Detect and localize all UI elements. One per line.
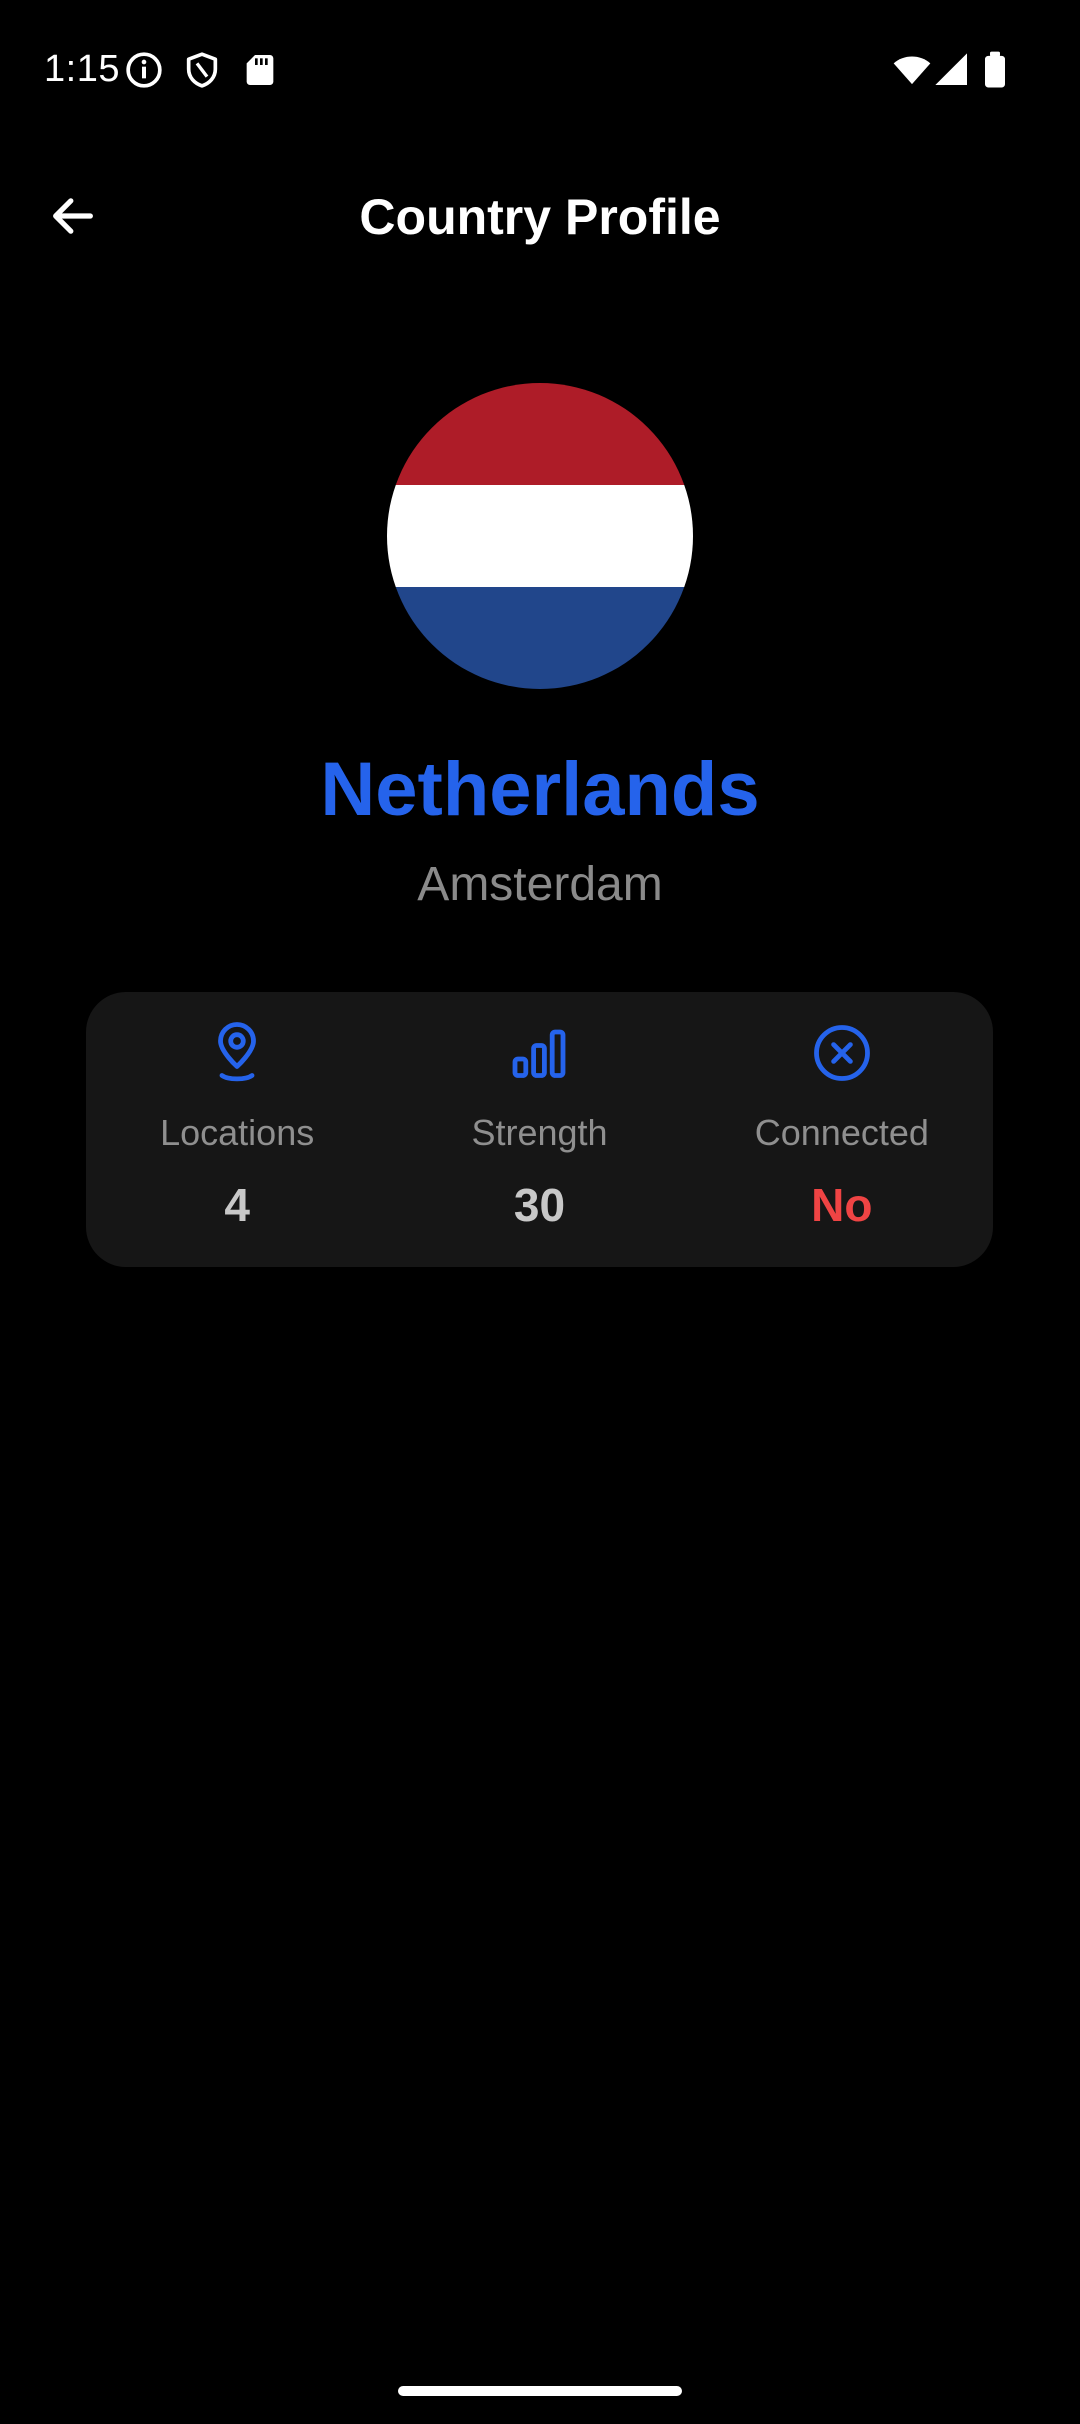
flag-stripe-middle — [387, 485, 693, 587]
info-icon — [124, 50, 164, 90]
stat-locations: Locations 4 — [86, 992, 388, 1267]
flag-stripe-top — [387, 383, 693, 485]
stats-card: Locations 4 Strength 30 Connected No — [86, 992, 993, 1267]
battery-icon — [978, 50, 1012, 90]
capital-name: Amsterdam — [417, 858, 663, 911]
country-name: Netherlands — [320, 747, 760, 832]
flag-stripe-bottom — [387, 587, 693, 689]
status-bar: 1:15 — [0, 0, 1080, 140]
stat-value-connected: No — [811, 1179, 873, 1231]
country-flag — [387, 383, 693, 689]
stat-strength: Strength 30 — [388, 992, 690, 1267]
stat-value-strength: 30 — [513, 1179, 566, 1231]
app-bar: Country Profile — [0, 160, 1080, 270]
sd-card-icon — [240, 50, 280, 90]
wifi-icon — [890, 50, 934, 90]
circle-x-icon — [806, 1017, 878, 1089]
page-title: Country Profile — [359, 189, 721, 245]
stat-label-locations: Locations — [160, 1112, 315, 1153]
stat-label-strength: Strength — [471, 1112, 608, 1153]
status-time: 1:15 — [44, 48, 120, 90]
gesture-navigation-bar[interactable] — [398, 2386, 682, 2396]
stat-value-locations: 4 — [224, 1179, 250, 1231]
signal-strength-icon — [503, 1017, 575, 1089]
stat-connected: Connected No — [691, 992, 993, 1267]
shield-icon — [182, 50, 222, 90]
cell-signal-icon — [932, 50, 972, 90]
stat-label-connected: Connected — [754, 1112, 929, 1153]
location-pin-icon — [201, 1017, 273, 1089]
